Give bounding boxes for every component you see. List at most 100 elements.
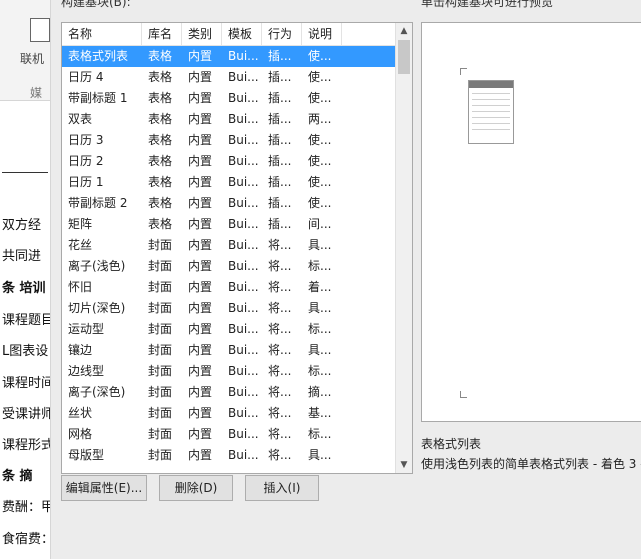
vertical-scrollbar[interactable]: ▲ ▼ [395,23,412,473]
document-line: 课程题目 [2,313,50,328]
table-row[interactable]: 花丝 封面 内置 Bui... 将... 具... [62,235,396,256]
table-row[interactable]: 离子(浅色) 封面 内置 Bui... 将... 标... [62,256,396,277]
preview-table-line [472,111,510,112]
column-header-category[interactable]: 类别 [182,23,222,45]
table-cell: 封面 [148,406,173,420]
table-row[interactable]: 日历 2 表格 内置 Bui... 插... 使... [62,151,396,172]
table-row[interactable]: 双表 表格 内置 Bui... 插... 两... [62,109,396,130]
table-cell: 将... [268,259,292,273]
crop-mark [460,391,467,398]
table-cell: Bui... [228,343,259,357]
table-cell: 日历 2 [68,154,104,168]
table-cell: 内置 [188,322,213,336]
table-row[interactable]: 带副标题 2 表格 内置 Bui... 插... 使... [62,193,396,214]
edit-properties-button[interactable]: 编辑属性(E)... [61,475,147,501]
table-row[interactable]: 带副标题 1 表格 内置 Bui... 插... 使... [62,88,396,109]
table-cell: 表格 [148,91,173,105]
table-cell: 将... [268,406,292,420]
delete-button[interactable]: 删除(D) [159,475,233,501]
column-header-name[interactable]: 名称 [62,23,142,45]
table-cell: 内置 [188,448,213,462]
table-row[interactable]: 切片(深色) 封面 内置 Bui... 将... 具... [62,298,396,319]
table-cell: 镶边 [68,343,93,357]
table-cell: 内置 [188,385,213,399]
building-blocks-list[interactable]: 名称 库名 类别 模板 行为 说明 表格式列表 表格 内置 Bui... 插... 使..… [61,22,413,474]
table-cell: Bui... [228,301,259,315]
table-cell: 内置 [188,133,213,147]
table-cell: 表格 [148,70,173,84]
table-cell: 插... [268,217,292,231]
table-cell: 切片(深色) [68,301,126,315]
table-cell: 摘... [308,385,332,399]
scroll-down-icon[interactable]: ▼ [396,457,412,473]
table-cell: Bui... [228,196,259,210]
table-row[interactable]: 离子(深色) 封面 内置 Bui... 将... 摘... [62,382,396,403]
table-cell: Bui... [228,280,259,294]
table-row[interactable]: 日历 1 表格 内置 Bui... 插... 使... [62,172,396,193]
table-row[interactable]: 日历 4 表格 内置 Bui... 插... 使... [62,67,396,88]
table-cell: Bui... [228,70,259,84]
table-row[interactable]: 运动型 封面 内置 Bui... 将... 标... [62,319,396,340]
column-header-description[interactable]: 说明 [302,23,342,45]
table-cell: 将... [268,301,292,315]
table-row[interactable]: 镶边 封面 内置 Bui... 将... 具... [62,340,396,361]
table-cell: 内置 [188,280,213,294]
column-header-behavior[interactable]: 行为 [262,23,302,45]
table-cell: 内置 [188,238,213,252]
table-cell: 具... [308,448,332,462]
column-header-gallery[interactable]: 库名 [142,23,182,45]
document-line: 食宿费： [2,532,50,547]
scroll-thumb[interactable] [398,40,410,74]
insert-button[interactable]: 插入(I) [245,475,319,501]
table-row[interactable]: 母版型 封面 内置 Bui... 将... 具... [62,445,396,466]
table-row[interactable]: 表格式列表 表格 内置 Bui... 插... 使... [62,46,396,67]
table-cell: 将... [268,427,292,441]
table-cell: Bui... [228,112,259,126]
table-cell: 插... [268,112,292,126]
table-row[interactable]: 丝状 封面 内置 Bui... 将... 基... [62,403,396,424]
table-cell: Bui... [228,49,259,63]
table-cell: 使... [308,196,332,210]
document-line: 课程时间 [2,376,50,391]
table-cell: 丝状 [68,406,93,420]
table-cell: 使... [308,133,332,147]
table-row[interactable]: 矩阵 表格 内置 Bui... 插... 间... [62,214,396,235]
table-cell: 插... [268,133,292,147]
table-cell: 双表 [68,112,93,126]
table-row[interactable]: 网格 封面 内置 Bui... 将... 标... [62,424,396,445]
table-cell: 离子(浅色) [68,259,126,273]
table-cell: 表格式列表 [68,49,129,63]
table-cell: Bui... [228,217,259,231]
table-cell: 使... [308,70,332,84]
preview-table-line [472,129,510,130]
table-cell: 表格 [148,217,173,231]
list-rows: 表格式列表 表格 内置 Bui... 插... 使... 日历 4 表格 内置 Bui... 插..… [62,46,396,466]
table-cell: 内置 [188,217,213,231]
table-cell: 将... [268,385,292,399]
document-line: 受课讲师 [2,407,50,422]
table-cell: 封面 [148,322,173,336]
document-line: 双方经 [2,218,42,233]
table-row[interactable]: 日历 3 表格 内置 Bui... 插... 使... [62,130,396,151]
table-cell: 标... [308,322,332,336]
table-cell: 运动型 [68,322,105,336]
table-row[interactable]: 边线型 封面 内置 Bui... 将... 标... [62,361,396,382]
table-cell: 日历 4 [68,70,104,84]
table-cell: 表格 [148,196,173,210]
table-cell: Bui... [228,175,259,189]
table-cell: 插... [268,154,292,168]
table-cell: Bui... [228,364,259,378]
table-cell: 使... [308,154,332,168]
preview-pane [421,22,641,422]
table-cell: 将... [268,343,292,357]
table-cell: 具... [308,301,332,315]
preview-table-thumbnail [468,80,514,144]
table-cell: 日历 3 [68,133,104,147]
column-header-template[interactable]: 模板 [222,23,262,45]
table-cell: 间... [308,217,332,231]
table-cell: 将... [268,448,292,462]
selected-style-description: 使用浅色列表的简单表格式列表 - 着色 3 - [421,457,641,471]
scroll-up-icon[interactable]: ▲ [396,23,412,39]
table-row[interactable]: 怀旧 封面 内置 Bui... 将... 着... [62,277,396,298]
document-line: 费酬：甲 [2,500,50,515]
